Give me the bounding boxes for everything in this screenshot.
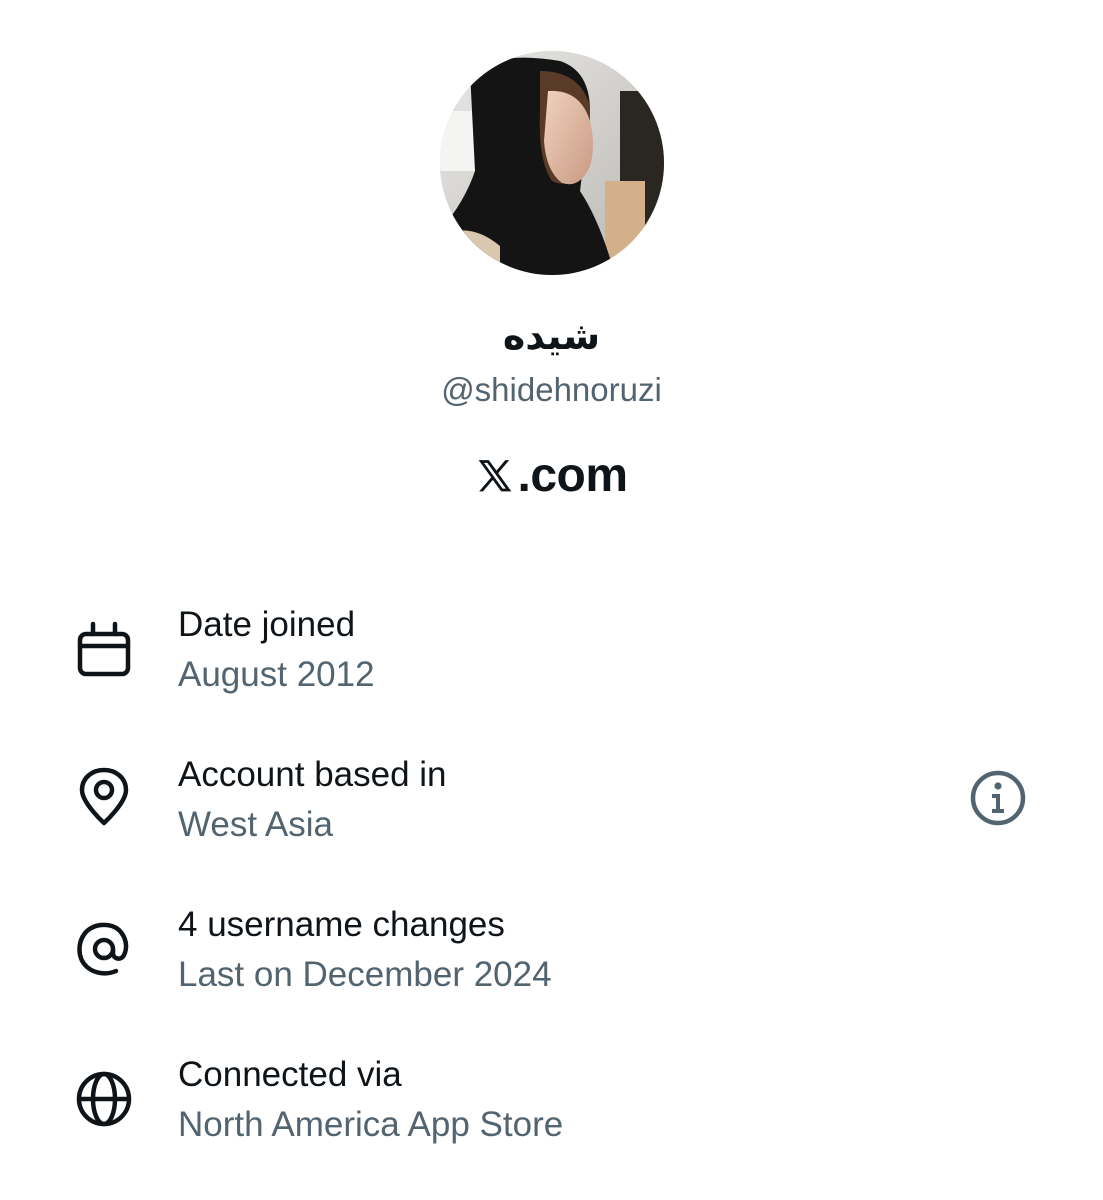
brand-line: .com: [0, 446, 1103, 506]
username-changes-label: 4 username changes: [178, 905, 505, 944]
avatar-image: [440, 51, 664, 275]
username-handle: @shidehnoruzi: [441, 371, 662, 408]
about-row-account-based-in: Account based in West Asia: [0, 753, 1103, 863]
date-joined-label: Date joined: [178, 605, 356, 644]
brand-domain: .com: [517, 449, 628, 502]
account-based-in-value: West Asia: [178, 805, 333, 844]
at-sign-icon: [74, 919, 134, 979]
connected-via-label: Connected via: [178, 1055, 402, 1094]
x-logo-icon: [475, 456, 515, 496]
username-changes-value: Last on December 2024: [178, 955, 552, 994]
about-row-connected-via: Connected via North America App Store: [0, 1053, 1103, 1163]
about-row-username-changes: 4 username changes Last on December 2024: [0, 903, 1103, 1013]
avatar[interactable]: [440, 51, 664, 275]
info-icon[interactable]: [968, 768, 1028, 828]
location-pin-icon: [74, 767, 134, 827]
globe-icon: [74, 1069, 134, 1129]
about-row-date-joined: Date joined August 2012: [0, 603, 1103, 713]
date-joined-value: August 2012: [178, 655, 375, 694]
display-name: شیده: [502, 314, 601, 358]
calendar-icon: [74, 619, 134, 679]
account-based-in-label: Account based in: [178, 755, 447, 794]
connected-via-value: North America App Store: [178, 1105, 564, 1144]
